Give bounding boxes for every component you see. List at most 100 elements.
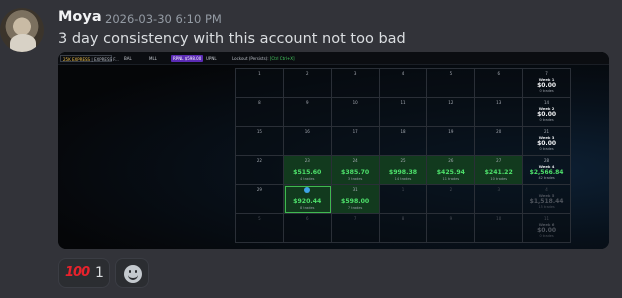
calendar-date: 3 <box>497 187 500 192</box>
week-trades: 15 trades <box>538 205 555 209</box>
calendar-day-cell: 10 <box>331 98 380 127</box>
calendar-date: 17 <box>352 129 358 134</box>
calendar-day-cell: $920.44 8 trades <box>283 185 332 214</box>
day-pnl: $241.22 <box>484 169 513 176</box>
calendar-date: 4 <box>401 71 405 76</box>
calendar-date: 23 <box>304 158 310 163</box>
calendar-date: 10 <box>496 216 502 221</box>
calendar-day-cell: 10 <box>475 214 524 243</box>
calendar-date: 15 <box>256 129 262 134</box>
calendar-day-cell: 2 <box>283 69 332 98</box>
calendar-day-cell: 6 <box>283 214 332 243</box>
lockout-label: Lockout (Persists): <box>232 56 269 61</box>
day-pnl: $515.60 <box>293 169 322 176</box>
calendar-day-cell: 13 <box>475 98 524 127</box>
calendar-day-cell: 6 <box>475 69 524 98</box>
calendar-day-cell: 20 <box>475 127 524 156</box>
upnl-label: UPNL <box>206 56 217 61</box>
reaction-count: 1 <box>95 265 104 281</box>
calendar-date: 7 <box>353 216 357 221</box>
rpnl-value: $598.00 <box>184 56 202 61</box>
calendar-day-cell: 12 <box>427 98 476 127</box>
calendar-date: 3 <box>353 71 357 76</box>
calendar-day-cell: 29 <box>236 185 284 214</box>
calendar-day-cell: 24 $385.70 3 trades <box>331 156 380 185</box>
day-pnl: $998.38 <box>388 169 418 176</box>
account-suffix: | EXPRESS F... <box>91 57 119 62</box>
calendar-day-cell: 5 <box>236 214 284 243</box>
avatar[interactable] <box>0 8 44 52</box>
day-trades: 7 trades <box>347 206 363 210</box>
account-selector: 25K EXPRESS | EXPRESS F... <box>60 55 119 62</box>
account-name: 25K EXPRESS <box>63 57 91 62</box>
calendar-day-cell: 15 <box>236 127 284 156</box>
mll-label: MLL <box>149 56 157 61</box>
week-trades: 0 trades <box>539 147 554 151</box>
calendar-day-cell: 4 <box>379 69 428 98</box>
calendar-day-cell: 26 $425.94 11 trades <box>427 156 476 185</box>
week-pnl: $0.00 <box>537 82 557 89</box>
calendar-day-cell: 31 $598.00 7 trades <box>331 185 380 214</box>
calendar-day-cell: 17 <box>331 127 380 156</box>
calendar-date: 5 <box>449 71 453 76</box>
week-pnl: $1,518.44 <box>529 198 564 205</box>
day-pnl: $425.94 <box>436 169 465 176</box>
calendar-day-cell: 22 <box>236 156 284 185</box>
calendar-date: 27 <box>496 158 502 163</box>
calendar-day-cell: 27 $241.22 10 trades <box>475 156 524 185</box>
calendar-date: 21 <box>544 129 550 134</box>
calendar-day-cell: 18 <box>379 127 428 156</box>
add-reaction-button[interactable] <box>115 258 149 288</box>
day-trades: 8 trades <box>300 206 315 210</box>
pnl-calendar: 1 2 3 4 5 6 7 Week 1 $0.00 0 trades 8 9 10 11 12 13 14 We… <box>235 68 571 243</box>
day-trades: 10 trades <box>490 177 508 181</box>
message-timestamp: 2026-03-30 6:10 PM <box>105 12 222 26</box>
calendar-week-summary: 11 Week 6 $0.00 0 trades <box>523 214 571 243</box>
calendar-date: 6 <box>306 216 309 221</box>
week-pnl: $0.00 <box>537 140 557 147</box>
day-pnl: $385.70 <box>341 169 370 176</box>
calendar-date: 13 <box>496 100 502 105</box>
day-badge-icon <box>304 187 311 193</box>
calendar-date: 8 <box>258 100 261 105</box>
smile-add-reaction-icon <box>124 265 142 283</box>
lockout-value: [Ctrl Ctrl+X] <box>269 56 295 61</box>
calendar-day-cell: 9 <box>283 98 332 127</box>
day-pnl: $920.44 <box>293 198 322 205</box>
calendar-week-summary: 7 Week 1 $0.00 0 trades <box>523 69 571 98</box>
calendar-week-summary: 4 Week 5 $1,518.44 15 trades <box>523 185 571 214</box>
calendar-date: 14 <box>544 100 550 105</box>
calendar-date: 16 <box>304 129 310 134</box>
calendar-week-summary: 21 Week 3 $0.00 0 trades <box>523 127 571 156</box>
calendar-date: 24 <box>352 158 358 163</box>
week-pnl: $2,566.84 <box>529 169 564 176</box>
calendar-day-cell: 19 <box>427 127 476 156</box>
calendar-day-cell: 1 <box>379 185 428 214</box>
day-trades: 11 trades <box>442 177 460 181</box>
calendar-date: 5 <box>258 216 261 221</box>
calendar-date: 11 <box>400 100 406 105</box>
calendar-date: 26 <box>448 158 454 163</box>
week-trades: 0 trades <box>539 89 554 93</box>
calendar-date: 10 <box>352 100 358 105</box>
calendar-date: 22 <box>256 158 262 163</box>
trading-toolbar: 25K EXPRESS | EXPRESS F... BAL MLL RPNL … <box>58 52 609 65</box>
chat-message: Moya 2026-03-30 6:10 PM 3 day consistenc… <box>0 0 622 298</box>
calendar-date: 1 <box>258 71 261 76</box>
calendar-day-cell: 25 $998.38 14 trades <box>379 156 428 185</box>
calendar-date: 1 <box>401 187 405 192</box>
calendar-day-cell: 9 <box>427 214 476 243</box>
calendar-day-cell: 3 <box>331 69 380 98</box>
week-pnl: $0.00 <box>537 111 557 118</box>
week-trades: 0 trades <box>539 234 554 238</box>
reaction-hundred-points[interactable]: 100 1 <box>58 258 110 288</box>
day-pnl: $598.00 <box>341 198 370 205</box>
calendar-date: 7 <box>545 71 548 76</box>
calendar-date: 2 <box>449 187 453 192</box>
author-name[interactable]: Moya <box>58 9 102 25</box>
calendar-date: 12 <box>448 100 454 105</box>
calendar-day-cell: 8 <box>379 214 428 243</box>
calendar-day-cell: 23 $515.60 4 trades <box>283 156 332 185</box>
image-attachment[interactable]: 25K EXPRESS | EXPRESS F... BAL MLL RPNL … <box>58 52 609 249</box>
calendar-date: 18 <box>400 129 406 134</box>
